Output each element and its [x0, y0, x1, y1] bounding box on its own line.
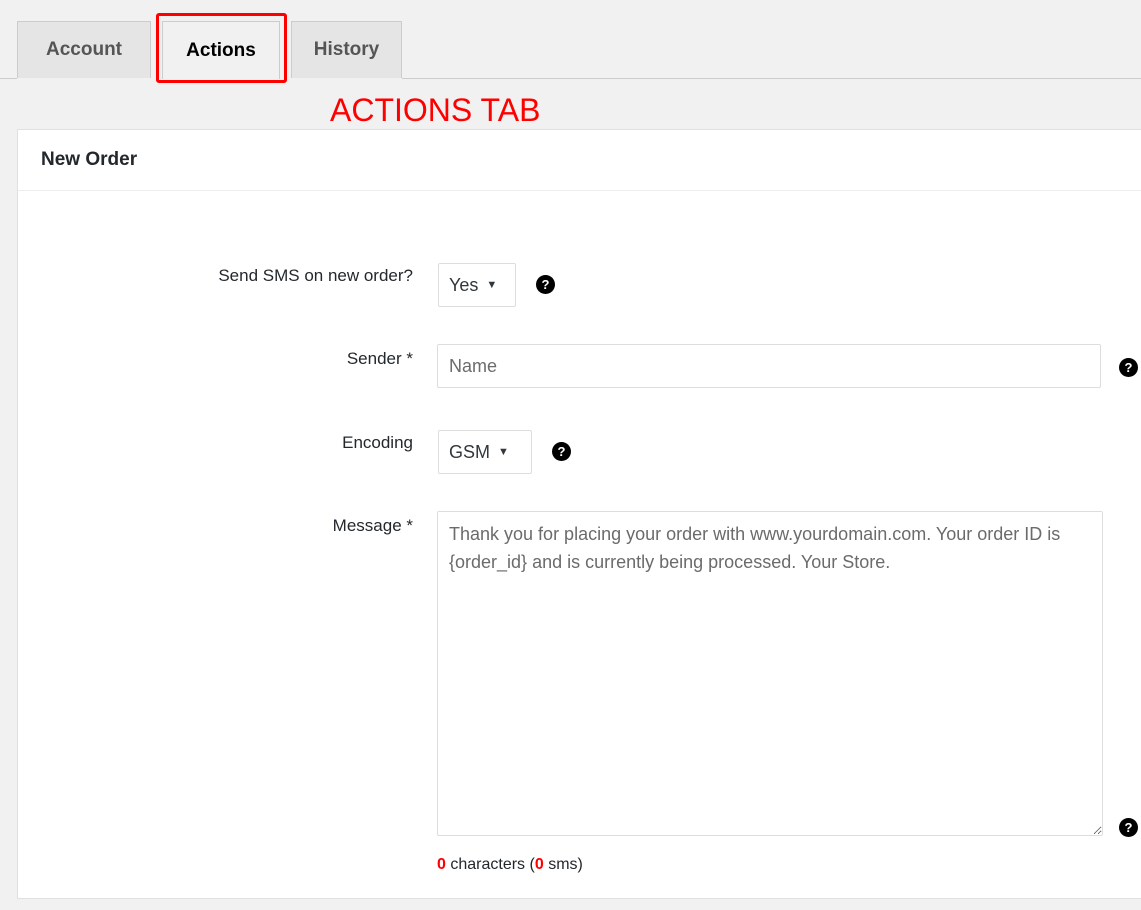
encoding-value: GSM [449, 441, 491, 462]
tab-history-label: History [313, 39, 380, 60]
message-counter: 0 characters (0 sms) [437, 856, 583, 874]
sms-count: 0 [534, 856, 544, 873]
character-count: 0 [437, 856, 446, 873]
sender-help-icon[interactable]: ? [1119, 358, 1138, 377]
tab-account-label: Account [46, 39, 122, 60]
send-sms-value: Yes [449, 274, 479, 295]
sender-label: Sender * [346, 349, 413, 368]
send-sms-help-icon[interactable]: ? [536, 275, 555, 294]
send-sms-select[interactable]: Yes ▼ [438, 263, 516, 307]
tab-bar-divider-left [0, 78, 17, 79]
tab-account[interactable]: Account [17, 21, 151, 78]
send-sms-label: Send SMS on new order? [218, 266, 413, 285]
panel-title: New Order [18, 130, 1141, 191]
message-textarea[interactable] [437, 511, 1103, 836]
tab-bar-divider [402, 78, 1141, 79]
tab-actions-label: Actions [186, 39, 256, 61]
message-help-icon[interactable]: ? [1119, 818, 1138, 837]
sender-input[interactable] [437, 344, 1101, 388]
encoding-help-icon[interactable]: ? [552, 442, 571, 461]
encoding-label: Encoding [342, 433, 413, 452]
chevron-down-icon: ▼ [498, 446, 509, 458]
chevron-down-icon: ▼ [486, 279, 498, 291]
sms-count-text: sms) [548, 856, 583, 873]
tab-actions[interactable]: Actions [162, 21, 280, 79]
character-count-text: characters ( [450, 856, 535, 873]
actions-tab-annotation: ACTIONS TAB [330, 92, 541, 128]
message-label: Message * [332, 516, 413, 535]
encoding-select[interactable]: GSM ▼ [438, 430, 532, 474]
tab-history[interactable]: History [291, 21, 402, 78]
